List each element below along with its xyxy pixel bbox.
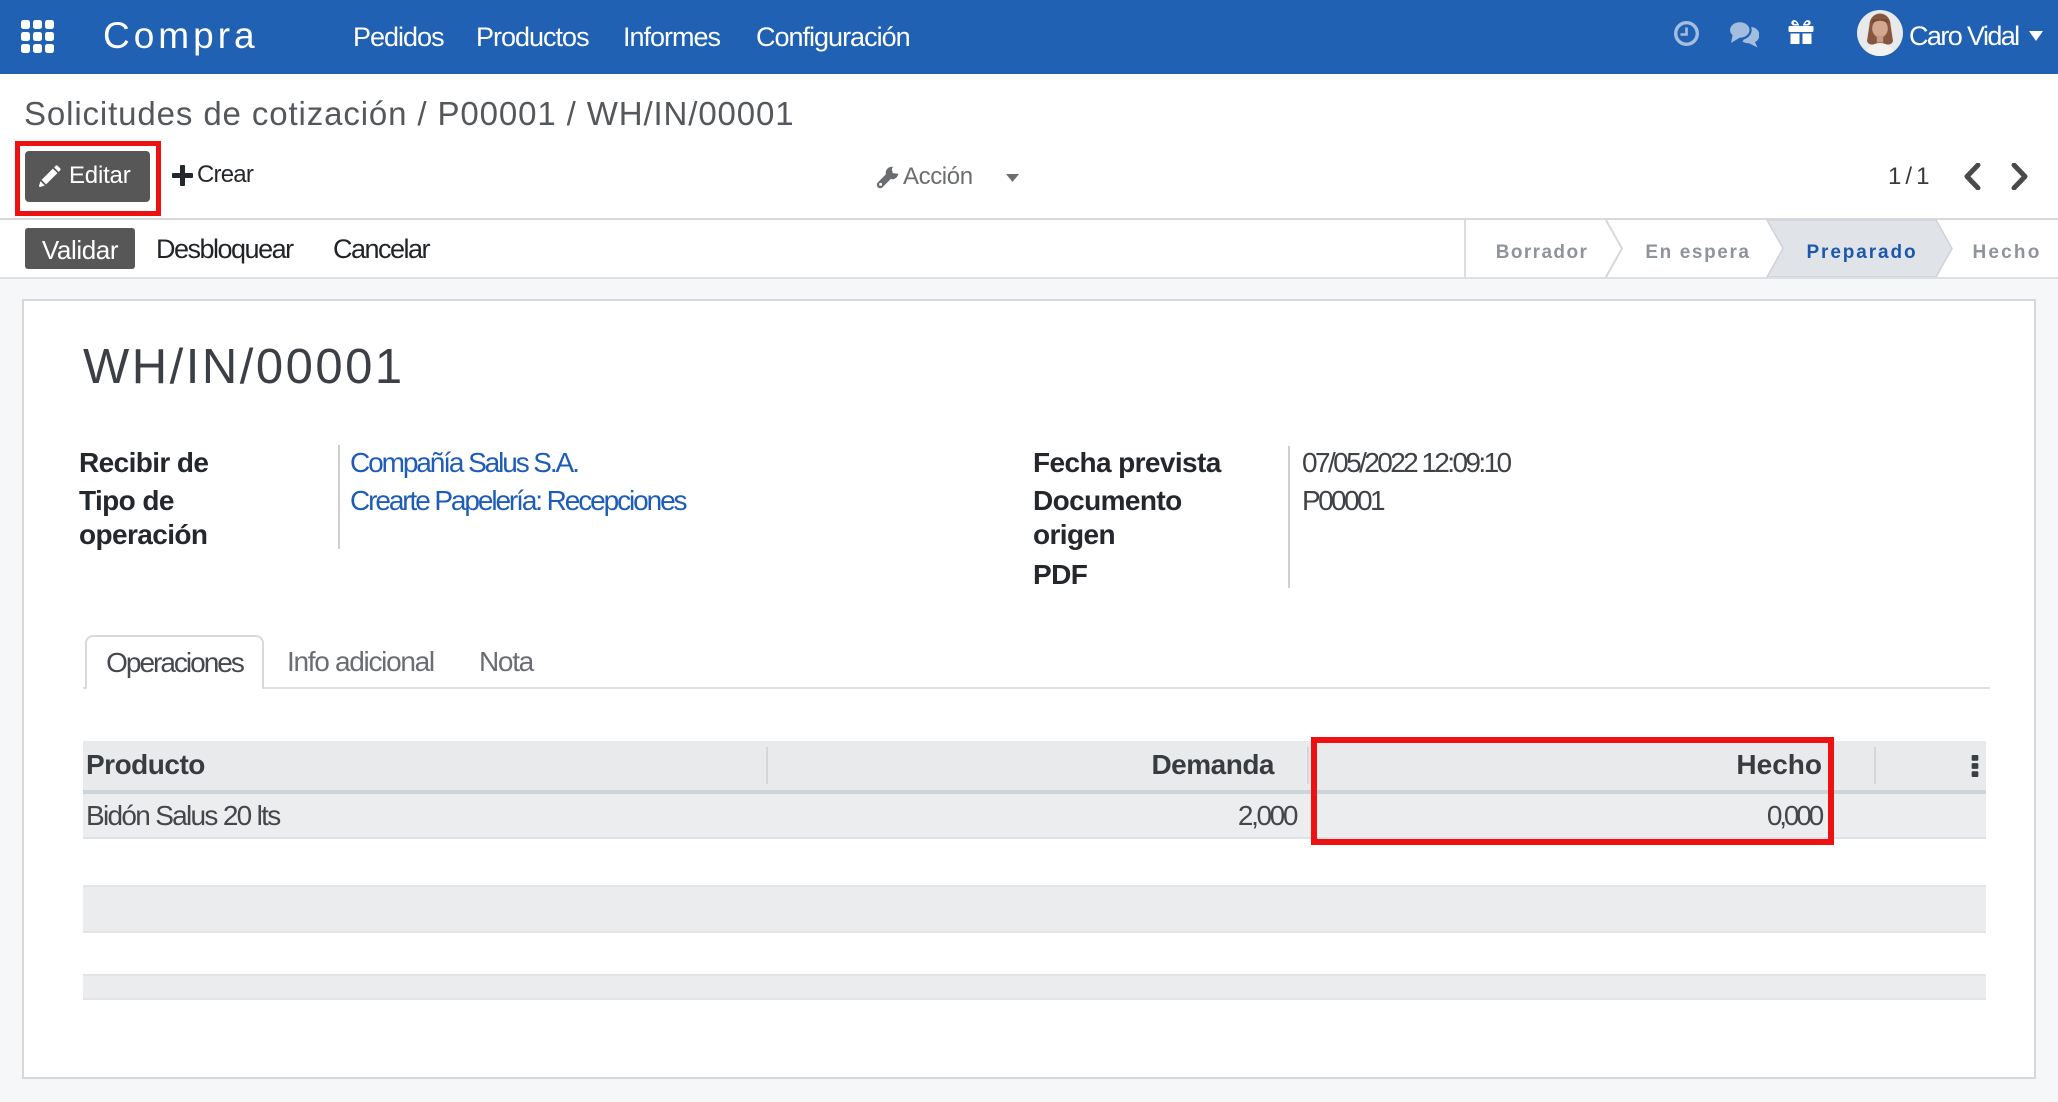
svg-text:En espera: En espera <box>1645 242 1750 263</box>
svg-text:Hecho: Hecho <box>1972 242 2041 263</box>
svg-text:Preparado: Preparado <box>1806 242 1917 263</box>
svg-text:Borrador: Borrador <box>1496 242 1589 263</box>
